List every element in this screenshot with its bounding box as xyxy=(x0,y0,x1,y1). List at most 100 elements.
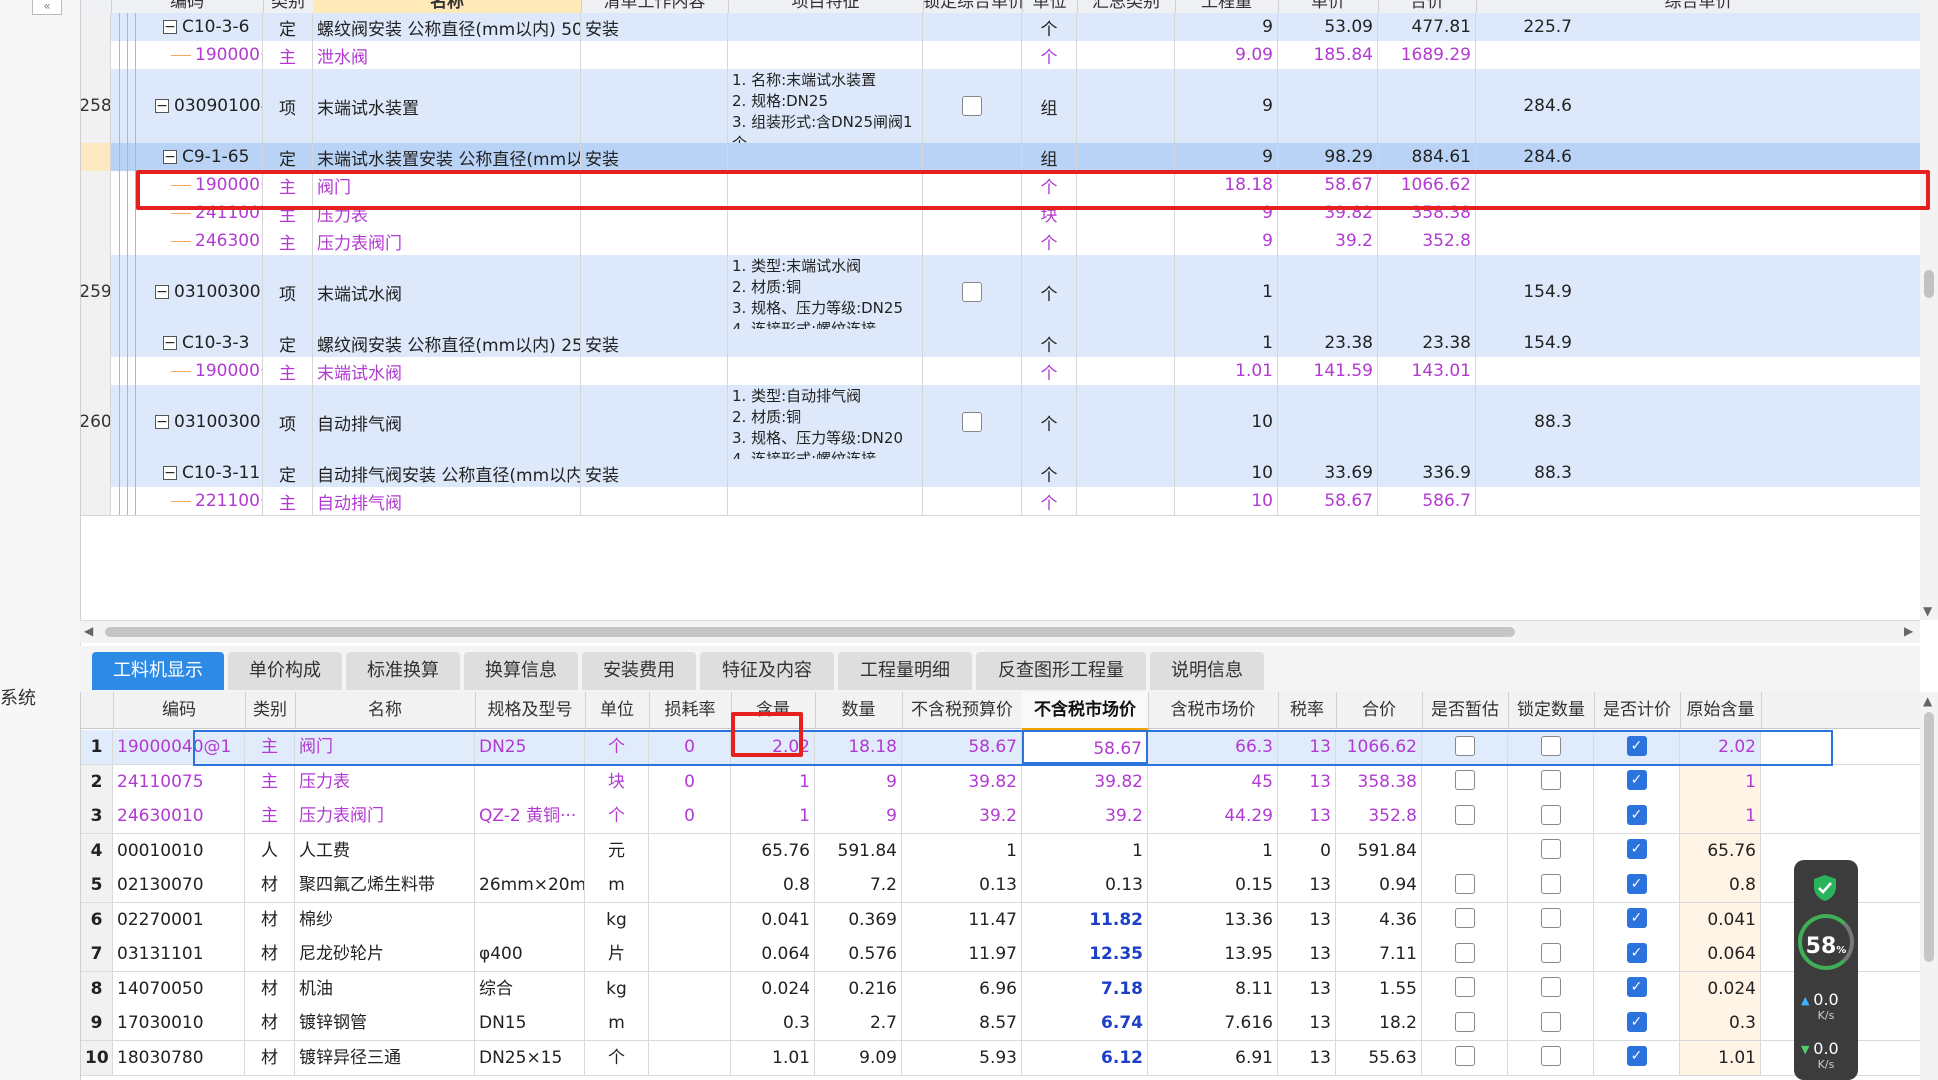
tab-8[interactable]: 说明信息 xyxy=(1150,652,1264,690)
bill-row[interactable]: 24630010 主压力表阀门 个 9 39.2 352.8 xyxy=(81,227,1921,256)
tab-2[interactable]: 标准换算 xyxy=(346,652,460,690)
item-name[interactable]: 压力表阀门 xyxy=(313,227,581,255)
item-name[interactable]: 自动排气阀 xyxy=(313,385,581,459)
item-quantity[interactable]: 9 xyxy=(1175,69,1278,143)
item-quantity[interactable]: 9 xyxy=(1175,227,1278,255)
priced-checkbox[interactable]: ✓ xyxy=(1626,873,1647,894)
est-checkbox[interactable] xyxy=(1454,1011,1475,1032)
bill-row[interactable]: 190000··· 主末端试水阀 个 1.01 141.59 143.01 xyxy=(81,357,1921,386)
item-name[interactable]: 阀门 xyxy=(313,171,581,199)
priced-checkbox[interactable]: ✓ xyxy=(1626,804,1647,825)
tab-3[interactable]: 换算信息 xyxy=(464,652,578,690)
scroll-up-arrow-icon[interactable]: ▲ xyxy=(1923,694,1932,708)
est-checkbox[interactable] xyxy=(1454,942,1475,963)
item-name[interactable]: 末端试水装置安装 公称直径(mm以内) 25 xyxy=(313,143,581,171)
bill-grid-horizontal-scroll-thumb[interactable] xyxy=(105,627,1515,637)
column-header[interactable]: 是否计价 xyxy=(1594,692,1681,728)
tab-1[interactable]: 单价构成 xyxy=(228,652,342,690)
column-header[interactable]: 规格及型号 xyxy=(475,692,586,728)
bill-row[interactable]: 259 −031003001005 项末端试水阀 1. 类型:末端试水阀 2. 材质:… xyxy=(81,255,1921,330)
collapse-toggle-icon[interactable]: − xyxy=(163,150,177,164)
item-name[interactable]: 末端试水阀 xyxy=(313,357,581,385)
item-quantity[interactable]: 1 xyxy=(1175,329,1278,357)
bill-grid-vertical-scrollbar[interactable] xyxy=(1920,0,1938,620)
est-checkbox[interactable] xyxy=(1454,977,1475,997)
lock-checkbox[interactable] xyxy=(1540,770,1561,790)
scroll-left-arrow-icon[interactable]: ◀ xyxy=(84,624,93,638)
item-name[interactable]: 自动排气阀 xyxy=(313,487,581,515)
collapse-toggle-icon[interactable]: − xyxy=(155,285,169,299)
column-header[interactable]: 数量 xyxy=(815,692,903,728)
collapse-toggle-icon[interactable]: − xyxy=(163,20,177,34)
est-checkbox[interactable] xyxy=(1454,908,1475,928)
item-quantity[interactable]: 18.18 xyxy=(1175,171,1278,199)
est-checkbox[interactable] xyxy=(1454,1046,1475,1066)
column-header[interactable]: 不含税市场价 xyxy=(1022,692,1149,731)
resource-row[interactable]: 3 24630010 主压力表阀门 QZ-2 黄铜··· 个 0 1 9 39.2 39.2 44.… xyxy=(81,799,1921,834)
tab-4[interactable]: 安装费用 xyxy=(582,652,696,690)
resource-row[interactable]: 1 19000040@1 主阀门 DN25 个 0 2.02 18.18 58.67 58.67 6… xyxy=(81,730,1921,765)
item-quantity[interactable]: 10 xyxy=(1175,487,1278,515)
bill-row[interactable]: −C9-1-65 定末端试水装置安装 公称直径(mm以内) 25安装 组 9 98.29… xyxy=(81,143,1921,172)
collapse-toggle-icon[interactable]: − xyxy=(155,415,169,429)
scroll-down-arrow-icon[interactable]: ▼ xyxy=(1923,604,1932,618)
est-checkbox[interactable] xyxy=(1454,735,1475,756)
priced-checkbox[interactable]: ✓ xyxy=(1626,1046,1647,1066)
column-header[interactable]: 损耗率 xyxy=(649,692,732,728)
column-header[interactable]: 含税市场价 xyxy=(1148,692,1279,728)
lock-checkbox[interactable] xyxy=(1540,804,1561,825)
bill-row[interactable]: 190000··· 主阀门 个 18.18 58.67 1066.62 xyxy=(81,171,1921,200)
resource-row[interactable]: 6 02270001 材棉纱 kg 0.041 0.369 11.47 11.82 13.36 1… xyxy=(81,902,1921,938)
bill-row[interactable]: 258 −030901008001 项末端试水装置 1. 名称:末端试水装置 2. 规… xyxy=(81,69,1921,144)
tab-0[interactable]: 工料机显示 xyxy=(92,652,224,690)
lock-checkbox[interactable] xyxy=(1540,839,1561,859)
lock-price-checkbox[interactable] xyxy=(962,96,982,116)
resource-row[interactable]: 10 18030780 材镀锌异径三通 DN25×15 个 1.01 9.09 5.93 6.1… xyxy=(81,1040,1921,1076)
lock-checkbox[interactable] xyxy=(1540,1046,1561,1066)
resource-row[interactable]: 502130070材聚四氟乙烯生料带26mm×20m···m0.87.20.13… xyxy=(81,868,1921,903)
lock-checkbox[interactable] xyxy=(1540,908,1561,928)
item-quantity[interactable]: 9.09 xyxy=(1175,41,1278,69)
collapse-toggle-icon[interactable]: − xyxy=(155,99,169,113)
est-checkbox[interactable] xyxy=(1454,804,1475,825)
priced-checkbox[interactable]: ✓ xyxy=(1626,735,1647,756)
column-header[interactable]: 不含税预算价 xyxy=(902,692,1023,728)
priced-checkbox[interactable]: ✓ xyxy=(1626,908,1647,928)
bill-row[interactable]: 260 −031003001018 项自动排气阀 1. 类型:自动排气阀 2. 材质:… xyxy=(81,385,1921,460)
resource-row[interactable]: 2 24110075 主压力表块 0 1 9 39.82 39.82 45 13 358.38 ✓ 1 xyxy=(81,764,1921,800)
resource-row[interactable]: 9 17030010 材镀锌钢管 DN15 m 0.3 2.7 8.57 6.74 7.616 13… xyxy=(81,1006,1921,1041)
item-quantity[interactable]: 9 xyxy=(1175,199,1278,227)
column-header[interactable]: 原始含量 xyxy=(1680,692,1762,728)
column-header[interactable]: 合价 xyxy=(1336,692,1423,728)
item-name[interactable]: 螺纹阀安装 公称直径(mm以内) 25 xyxy=(313,329,581,357)
lock-checkbox[interactable] xyxy=(1540,1011,1561,1032)
bill-row[interactable]: 190000··· 主泄水阀 个 9.09 185.84 1689.29 xyxy=(81,41,1921,70)
item-quantity[interactable]: 1 xyxy=(1175,255,1278,329)
tab-5[interactable]: 特征及内容 xyxy=(700,652,834,690)
item-name[interactable]: 压力表 xyxy=(313,199,581,227)
resource-row[interactable]: 4 00010010 人人工费元 65.76 591.84 1 1 1 0 591.84 ✓ 65.7… xyxy=(81,833,1921,869)
column-header[interactable]: 名称 xyxy=(295,692,476,728)
lock-price-checkbox[interactable] xyxy=(962,412,982,432)
scroll-right-arrow-icon[interactable]: ▶ xyxy=(1904,624,1913,638)
bill-row[interactable]: 24110075 主压力表 块 9 39.82 358.38 xyxy=(81,199,1921,228)
item-name[interactable]: 螺纹阀安装 公称直径(mm以内) 50 xyxy=(313,13,581,41)
item-name[interactable]: 末端试水装置 xyxy=(313,69,581,143)
lock-checkbox[interactable] xyxy=(1540,977,1561,997)
bill-row[interactable]: −C10-3-11 定自动排气阀安装 公称直径(mm以内) 20安装 个 10 33.6… xyxy=(81,459,1921,488)
column-header[interactable]: 是否暂估 xyxy=(1422,692,1509,728)
bill-row[interactable]: − C10-3-6 定螺纹阀安装 公称直径(mm以内) 50 安装 个 9 53.09 477… xyxy=(81,13,1921,42)
collapse-panel-button[interactable]: « xyxy=(32,0,62,15)
lock-checkbox[interactable] xyxy=(1540,942,1561,963)
bill-grid-vertical-scroll-thumb[interactable] xyxy=(1924,270,1934,298)
network-monitor-widget[interactable]: 58% ▲ 0.0 K/s ▼ 0.0 K/s xyxy=(1794,860,1858,1080)
item-quantity[interactable]: 9 xyxy=(1175,143,1278,171)
lock-price-checkbox[interactable] xyxy=(962,282,982,302)
resource-grid-vertical-scroll-thumb[interactable] xyxy=(1924,712,1934,962)
lock-checkbox[interactable] xyxy=(1540,873,1561,894)
tab-6[interactable]: 工程量明细 xyxy=(838,652,972,690)
item-quantity[interactable]: 10 xyxy=(1175,459,1278,487)
item-quantity[interactable]: 10 xyxy=(1175,385,1278,459)
bill-row[interactable]: − C10-3-3 定螺纹阀安装 公称直径(mm以内) 25 安装 个 1 23.38 23.… xyxy=(81,329,1921,358)
item-name[interactable]: 末端试水阀 xyxy=(313,255,581,329)
